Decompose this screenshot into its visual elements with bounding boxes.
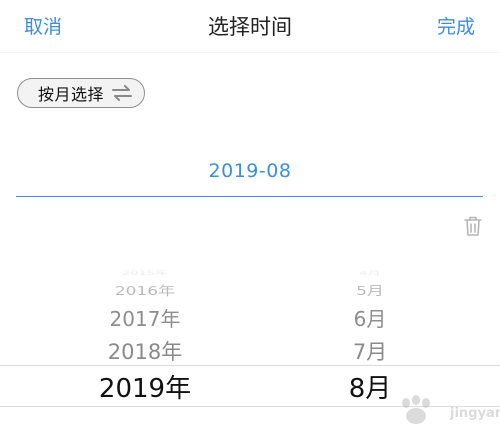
year-option[interactable]: 2016年: [0, 280, 290, 299]
selection-line-bottom: [0, 406, 500, 407]
trash-icon[interactable]: [462, 214, 484, 238]
month-option[interactable]: 6月: [290, 303, 450, 332]
page-title: 选择时间: [208, 15, 292, 39]
date-underline: [16, 196, 483, 197]
date-picker-screen: 取消 选择时间 完成 按月选择 2019-08 2015年 2016年 2017…: [0, 0, 500, 440]
month-option[interactable]: 5月: [290, 280, 450, 299]
month-option[interactable]: 4月: [290, 268, 450, 277]
year-option-selected[interactable]: 2019年: [0, 368, 290, 405]
selection-line-top: [0, 365, 500, 366]
month-option-selected[interactable]: 8月: [290, 368, 450, 405]
swap-arrows-icon: [112, 85, 133, 101]
header-bar: 取消 选择时间 完成: [0, 0, 500, 53]
year-option[interactable]: 2017年: [0, 303, 290, 332]
selected-date-value[interactable]: 2019-08: [0, 160, 500, 182]
done-button[interactable]: 完成: [437, 12, 475, 39]
year-option[interactable]: 2018年: [0, 336, 290, 366]
select-by-month-toggle[interactable]: 按月选择: [17, 78, 145, 108]
month-wheel[interactable]: 4月 5月 6月 7月 8月: [290, 260, 450, 440]
year-month-picker[interactable]: 2015年 2016年 2017年 2018年 2019年 4月 5月 6月 7…: [0, 260, 500, 440]
year-wheel[interactable]: 2015年 2016年 2017年 2018年 2019年: [0, 260, 290, 440]
mode-toggle-label: 按月选择: [38, 85, 105, 104]
month-option[interactable]: 7月: [290, 336, 450, 366]
year-option[interactable]: 2015年: [0, 268, 290, 277]
